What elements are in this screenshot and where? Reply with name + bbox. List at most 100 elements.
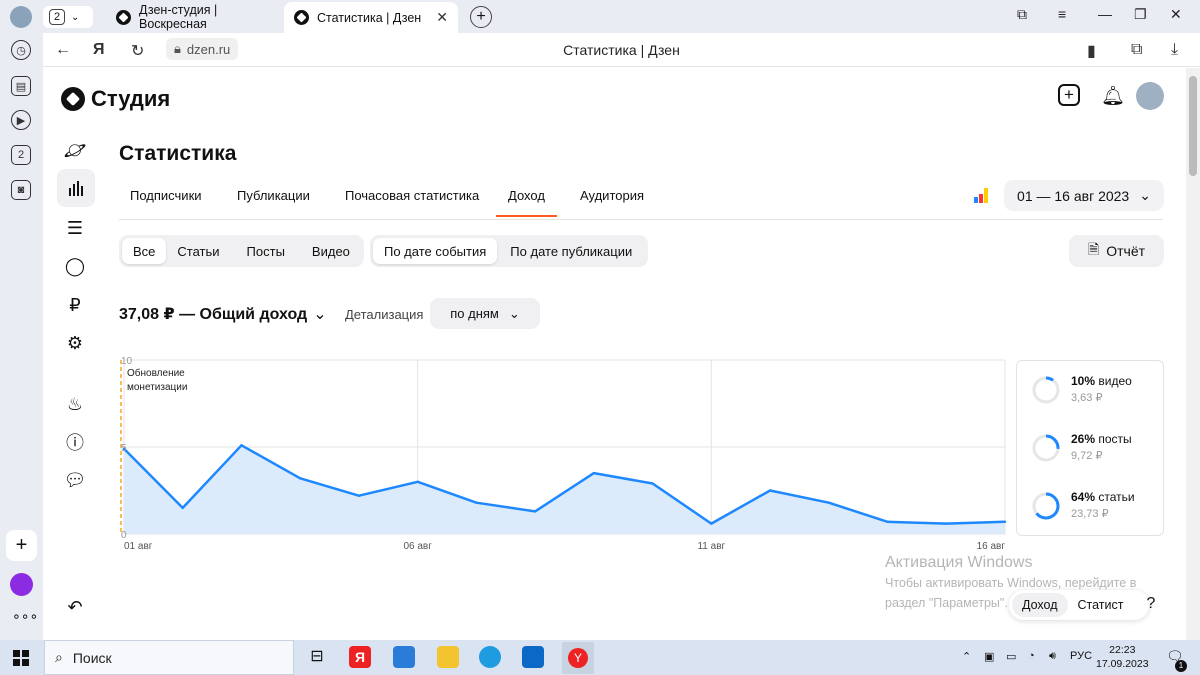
data-point (475, 501, 478, 504)
volume-icon[interactable]: 🔊︎ (1049, 650, 1056, 663)
filter-articles[interactable]: Статьи (166, 238, 230, 264)
help-button[interactable]: ? (1137, 590, 1165, 618)
income-total-selector[interactable]: 37,08 ₽ — Общий доход ⌄ (119, 304, 327, 324)
language-indicator[interactable]: РУС (1070, 650, 1092, 662)
fire-icon[interactable]: ♨ (63, 392, 87, 416)
play-icon[interactable]: ▶ (11, 110, 31, 130)
yandex-browser-icon[interactable]: Я (349, 646, 371, 668)
explorer-icon[interactable] (437, 646, 459, 668)
settings-icon[interactable]: ⚙ (63, 331, 87, 355)
planet-icon[interactable]: 🪐︎ (63, 138, 87, 162)
report-button[interactable]: 🗎︎ Отчёт (1069, 235, 1164, 267)
download-icon[interactable]: ⤓ (1171, 41, 1178, 59)
yandex-active-app[interactable]: Y (562, 642, 594, 674)
tab-audience[interactable]: Аудитория (580, 188, 644, 203)
donut-progress (1032, 434, 1060, 462)
add-panel-button[interactable]: + (6, 530, 37, 561)
notes-icon[interactable]: ▤ (11, 76, 31, 96)
studio-logo[interactable]: Студия (61, 86, 170, 112)
date-range-button[interactable]: 01 — 16 авг 2023 ⌄ (1004, 180, 1164, 211)
breakdown-text: 26% посты 9,72 ₽ (1071, 431, 1132, 465)
avatar[interactable] (1136, 82, 1164, 110)
mail-icon[interactable] (522, 646, 544, 668)
scrollbar-thumb[interactable] (1189, 76, 1197, 176)
bookmark-icon[interactable]: ▮ (1087, 41, 1096, 61)
alice-icon[interactable] (10, 573, 33, 596)
browser-tab-active[interactable]: Статистика | Дзен ✕ (284, 2, 458, 33)
tab-hourly[interactable]: Почасовая статистика (345, 188, 479, 203)
battery-icon[interactable]: ▭ (1006, 650, 1016, 663)
by-event-date[interactable]: По дате события (373, 238, 498, 264)
network-icon[interactable]: ◔ (1028, 650, 1035, 662)
filter-posts[interactable]: Посты (231, 238, 301, 264)
y-tick-label: 0 (121, 530, 127, 541)
detail-select[interactable]: по дням ⌄ (430, 298, 540, 329)
breakdown-amount: 23,73 ₽ (1071, 508, 1109, 520)
filter-video[interactable]: Видео (301, 238, 361, 264)
undo-icon[interactable]: ↶ (63, 595, 87, 619)
tab-title: Статистика | Дзен (317, 10, 422, 25)
close-tab-icon[interactable]: ✕ (436, 9, 448, 26)
history-icon[interactable]: ◷ (11, 40, 31, 60)
create-icon[interactable]: + (1058, 84, 1080, 106)
edge-icon[interactable] (479, 646, 501, 668)
browser-side-rail: ◷ ▤ ▶ 2 ◙ + ∘∘∘ (0, 33, 43, 640)
y-tick-label: 5 (121, 443, 127, 454)
data-point (1003, 520, 1007, 524)
browser-tab[interactable]: Дзен-студия | Воскресная (106, 3, 282, 31)
tray-chevron-icon[interactable]: ⌃ (962, 650, 971, 663)
floating-income[interactable]: Доход (1012, 593, 1068, 617)
filter-all[interactable]: Все (122, 238, 167, 264)
by-publication-date[interactable]: По дате публикации (497, 238, 645, 264)
data-point (651, 482, 654, 485)
help-icon[interactable]: ⓘ (63, 430, 87, 454)
breakdown-label: 10% видео (1071, 373, 1132, 390)
windows-taskbar: ⌕ Поиск ⊟ Я Y ⌃ ▣ ▭ ◔ 🔊︎ РУС 22:23 17.09… (0, 640, 1200, 675)
floating-stats[interactable]: Статист (1068, 598, 1134, 612)
restore-icon[interactable]: ❐ (1134, 6, 1147, 23)
tab-count: 2 (49, 9, 65, 25)
tabs-count-icon[interactable]: 2 (11, 145, 31, 165)
breakdown-amount: 9,72 ₽ (1071, 450, 1103, 462)
minimize-icon[interactable]: — (1098, 6, 1112, 22)
watermark-title: Активация Windows (885, 554, 1033, 571)
close-window-icon[interactable]: ✕ (1170, 6, 1182, 23)
detail-value: по дням (450, 306, 499, 321)
profile-avatar[interactable] (10, 6, 32, 28)
floating-nav-pill: Доход Статист (1009, 590, 1149, 620)
yandex-icon: Y (568, 648, 588, 668)
chat-icon[interactable]: 💬︎ (63, 468, 87, 492)
taskbar-search[interactable]: ⌕ Поиск (44, 640, 294, 675)
clock-time: 22:23 (1109, 644, 1136, 656)
screenshot-icon[interactable]: ◙ (11, 180, 31, 200)
page-scrollbar[interactable] (1186, 68, 1200, 640)
bell-icon[interactable]: 🔔︎ (1101, 84, 1125, 108)
tab-income[interactable]: Доход (496, 188, 557, 217)
store-icon[interactable] (393, 646, 415, 668)
tray-icon[interactable]: ▣ (984, 650, 994, 663)
income-total: 37,08 ₽ — Общий доход (119, 306, 308, 323)
publications-icon[interactable]: ☰ (63, 216, 87, 240)
donut-progress (1032, 376, 1060, 404)
data-point (710, 522, 713, 525)
breakdown-item: 10% видео 3,63 ₽ (1031, 373, 1132, 407)
content-type-filter: Все Статьи Посты Видео (119, 235, 364, 267)
new-tab-button[interactable]: + (470, 6, 492, 28)
stats-icon[interactable] (57, 169, 95, 207)
task-view-icon[interactable]: ⊟ (306, 646, 328, 668)
tab-publications[interactable]: Публикации (237, 188, 310, 203)
extensions-icon[interactable]: ⧉ (1131, 41, 1142, 59)
metrica-icon[interactable] (973, 187, 989, 203)
comments-icon[interactable]: ◯ (63, 254, 87, 278)
tab-group-counter[interactable]: 2 ⌄ (43, 6, 93, 28)
tab-subscribers[interactable]: Подписчики (130, 188, 202, 203)
collections-icon[interactable]: ⧉ (1017, 6, 1027, 23)
ruble-icon[interactable]: ₽ (63, 293, 87, 317)
more-icon[interactable]: ∘∘∘ (12, 608, 38, 625)
clock[interactable]: 22:23 17.09.2023 (1096, 643, 1149, 671)
windows-start-icon[interactable] (13, 650, 29, 666)
dzen-logo-icon (61, 87, 85, 111)
breakdown-item: 64% статьи 23,73 ₽ (1031, 489, 1135, 523)
menu-icon[interactable]: ≡ (1058, 6, 1066, 22)
x-tick-label: 01 авг (124, 541, 153, 551)
